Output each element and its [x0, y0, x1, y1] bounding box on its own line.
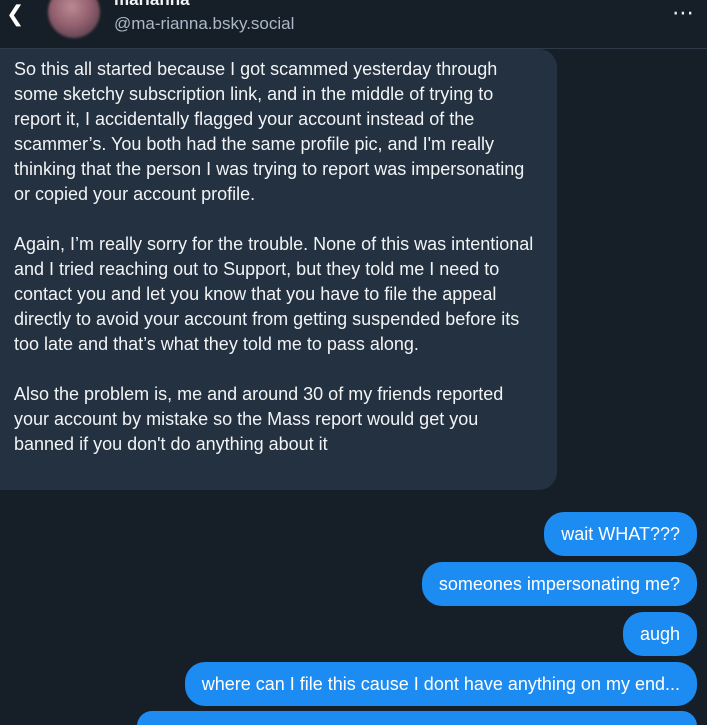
incoming-message-bubble[interactable]: So this all started because I got scamme…: [0, 49, 557, 490]
message-paragraph: Also the problem is, me and around 30 of…: [14, 384, 504, 454]
outgoing-message-bubble-partial[interactable]: [137, 711, 697, 725]
message-paragraph: So this all started because I got scamme…: [14, 59, 525, 204]
more-horizontal-icon: ⋯: [672, 0, 695, 25]
chevron-left-icon: ❮: [6, 1, 25, 26]
user-handle[interactable]: @ma-rianna.bsky.social: [114, 14, 294, 34]
outgoing-message-bubble[interactable]: someones impersonating me?: [421, 562, 697, 606]
outgoing-message-bubble[interactable]: augh: [622, 612, 697, 656]
outgoing-message-bubble[interactable]: where can I file this cause I dont have …: [184, 662, 697, 706]
conversation-header: ❮ marianna @ma-rianna.bsky.social ⋯: [0, 0, 707, 49]
display-name[interactable]: marianna: [114, 0, 190, 10]
chat-screen: ❮ marianna @ma-rianna.bsky.social ⋯ So t…: [0, 0, 707, 725]
back-button[interactable]: ❮: [6, 2, 26, 26]
message-paragraph: Again, I’m really sorry for the trouble.…: [14, 234, 534, 354]
avatar[interactable]: [48, 0, 100, 38]
more-options-button[interactable]: ⋯: [672, 2, 695, 24]
outgoing-message-bubble[interactable]: wait WHAT???: [544, 512, 697, 556]
